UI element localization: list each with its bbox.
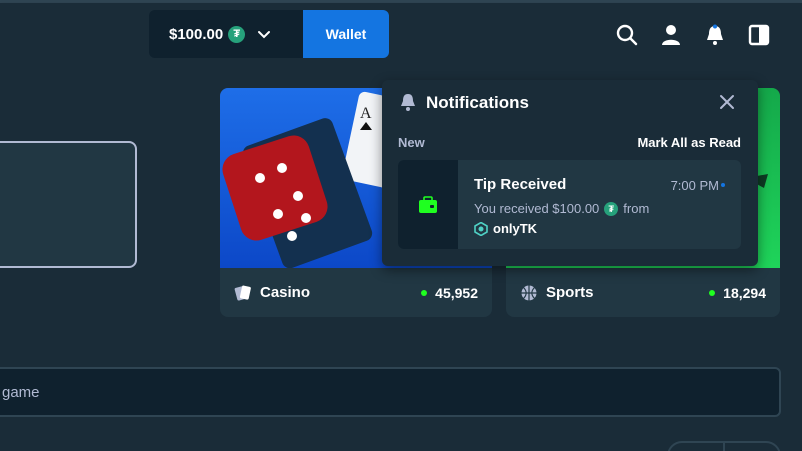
casino-cards-icon	[234, 285, 251, 300]
casino-label: Casino	[260, 284, 311, 301]
search-games-input[interactable]: game	[0, 367, 781, 417]
casino-card-footer: Casino 45,952	[220, 268, 492, 317]
search-icon[interactable]	[615, 23, 639, 47]
sports-card-footer: Sports 18,294	[506, 268, 780, 317]
new-section-label: New	[398, 135, 425, 150]
sports-label: Sports	[546, 284, 594, 301]
casino-player-count: 45,952	[421, 285, 478, 301]
bell-icon	[401, 94, 415, 111]
tether-icon: ₮	[604, 201, 619, 216]
notification-body-prefix: You received $100.00	[474, 201, 600, 216]
wallet-button[interactable]: Wallet	[303, 10, 389, 58]
sidebar-toggle-icon[interactable]	[747, 23, 771, 47]
notification-body: You received $100.00 ₮ from	[474, 201, 649, 216]
notification-username: onlyTK	[493, 221, 538, 236]
sports-player-count: 18,294	[709, 285, 766, 301]
wallet-icon	[419, 195, 437, 213]
casino-count-value: 45,952	[435, 284, 478, 301]
unread-dot	[721, 183, 725, 187]
mark-all-read-button[interactable]: Mark All as Read	[637, 135, 741, 150]
notification-item[interactable]: Tip Received 7:00 PM You received $100.0…	[398, 160, 741, 249]
bell-icon[interactable]	[703, 23, 727, 47]
header: $100.00 ₮ Wallet	[0, 3, 802, 67]
basketball-icon	[521, 285, 537, 300]
notification-icon-box	[398, 160, 458, 249]
chevron-down-icon	[258, 31, 271, 39]
online-dot	[421, 289, 428, 296]
user-rank-icon	[474, 221, 488, 236]
balance-selector[interactable]: $100.00 ₮	[149, 10, 303, 58]
svg-text:A: A	[360, 105, 372, 122]
filter-pill-left[interactable]	[667, 441, 725, 451]
user-icon[interactable]	[659, 23, 683, 47]
search-text: game	[2, 383, 40, 401]
notifications-panel: Notifications New Mark All as Read Tip R…	[382, 80, 758, 266]
filter-pill-right[interactable]	[723, 441, 781, 451]
sports-count-value: 18,294	[723, 284, 766, 301]
balance-amount: $100.00	[169, 25, 224, 43]
notification-body-suffix: from	[623, 201, 650, 216]
tether-icon: ₮	[228, 25, 246, 43]
notifications-title: Notifications	[426, 93, 529, 112]
promo-banner[interactable]	[0, 141, 137, 370]
close-icon[interactable]	[719, 94, 735, 110]
notification-title: Tip Received	[474, 176, 567, 193]
notification-time: 7:00 PM	[670, 178, 719, 193]
notification-user[interactable]: onlyTK	[474, 221, 537, 236]
online-dot	[709, 289, 716, 296]
